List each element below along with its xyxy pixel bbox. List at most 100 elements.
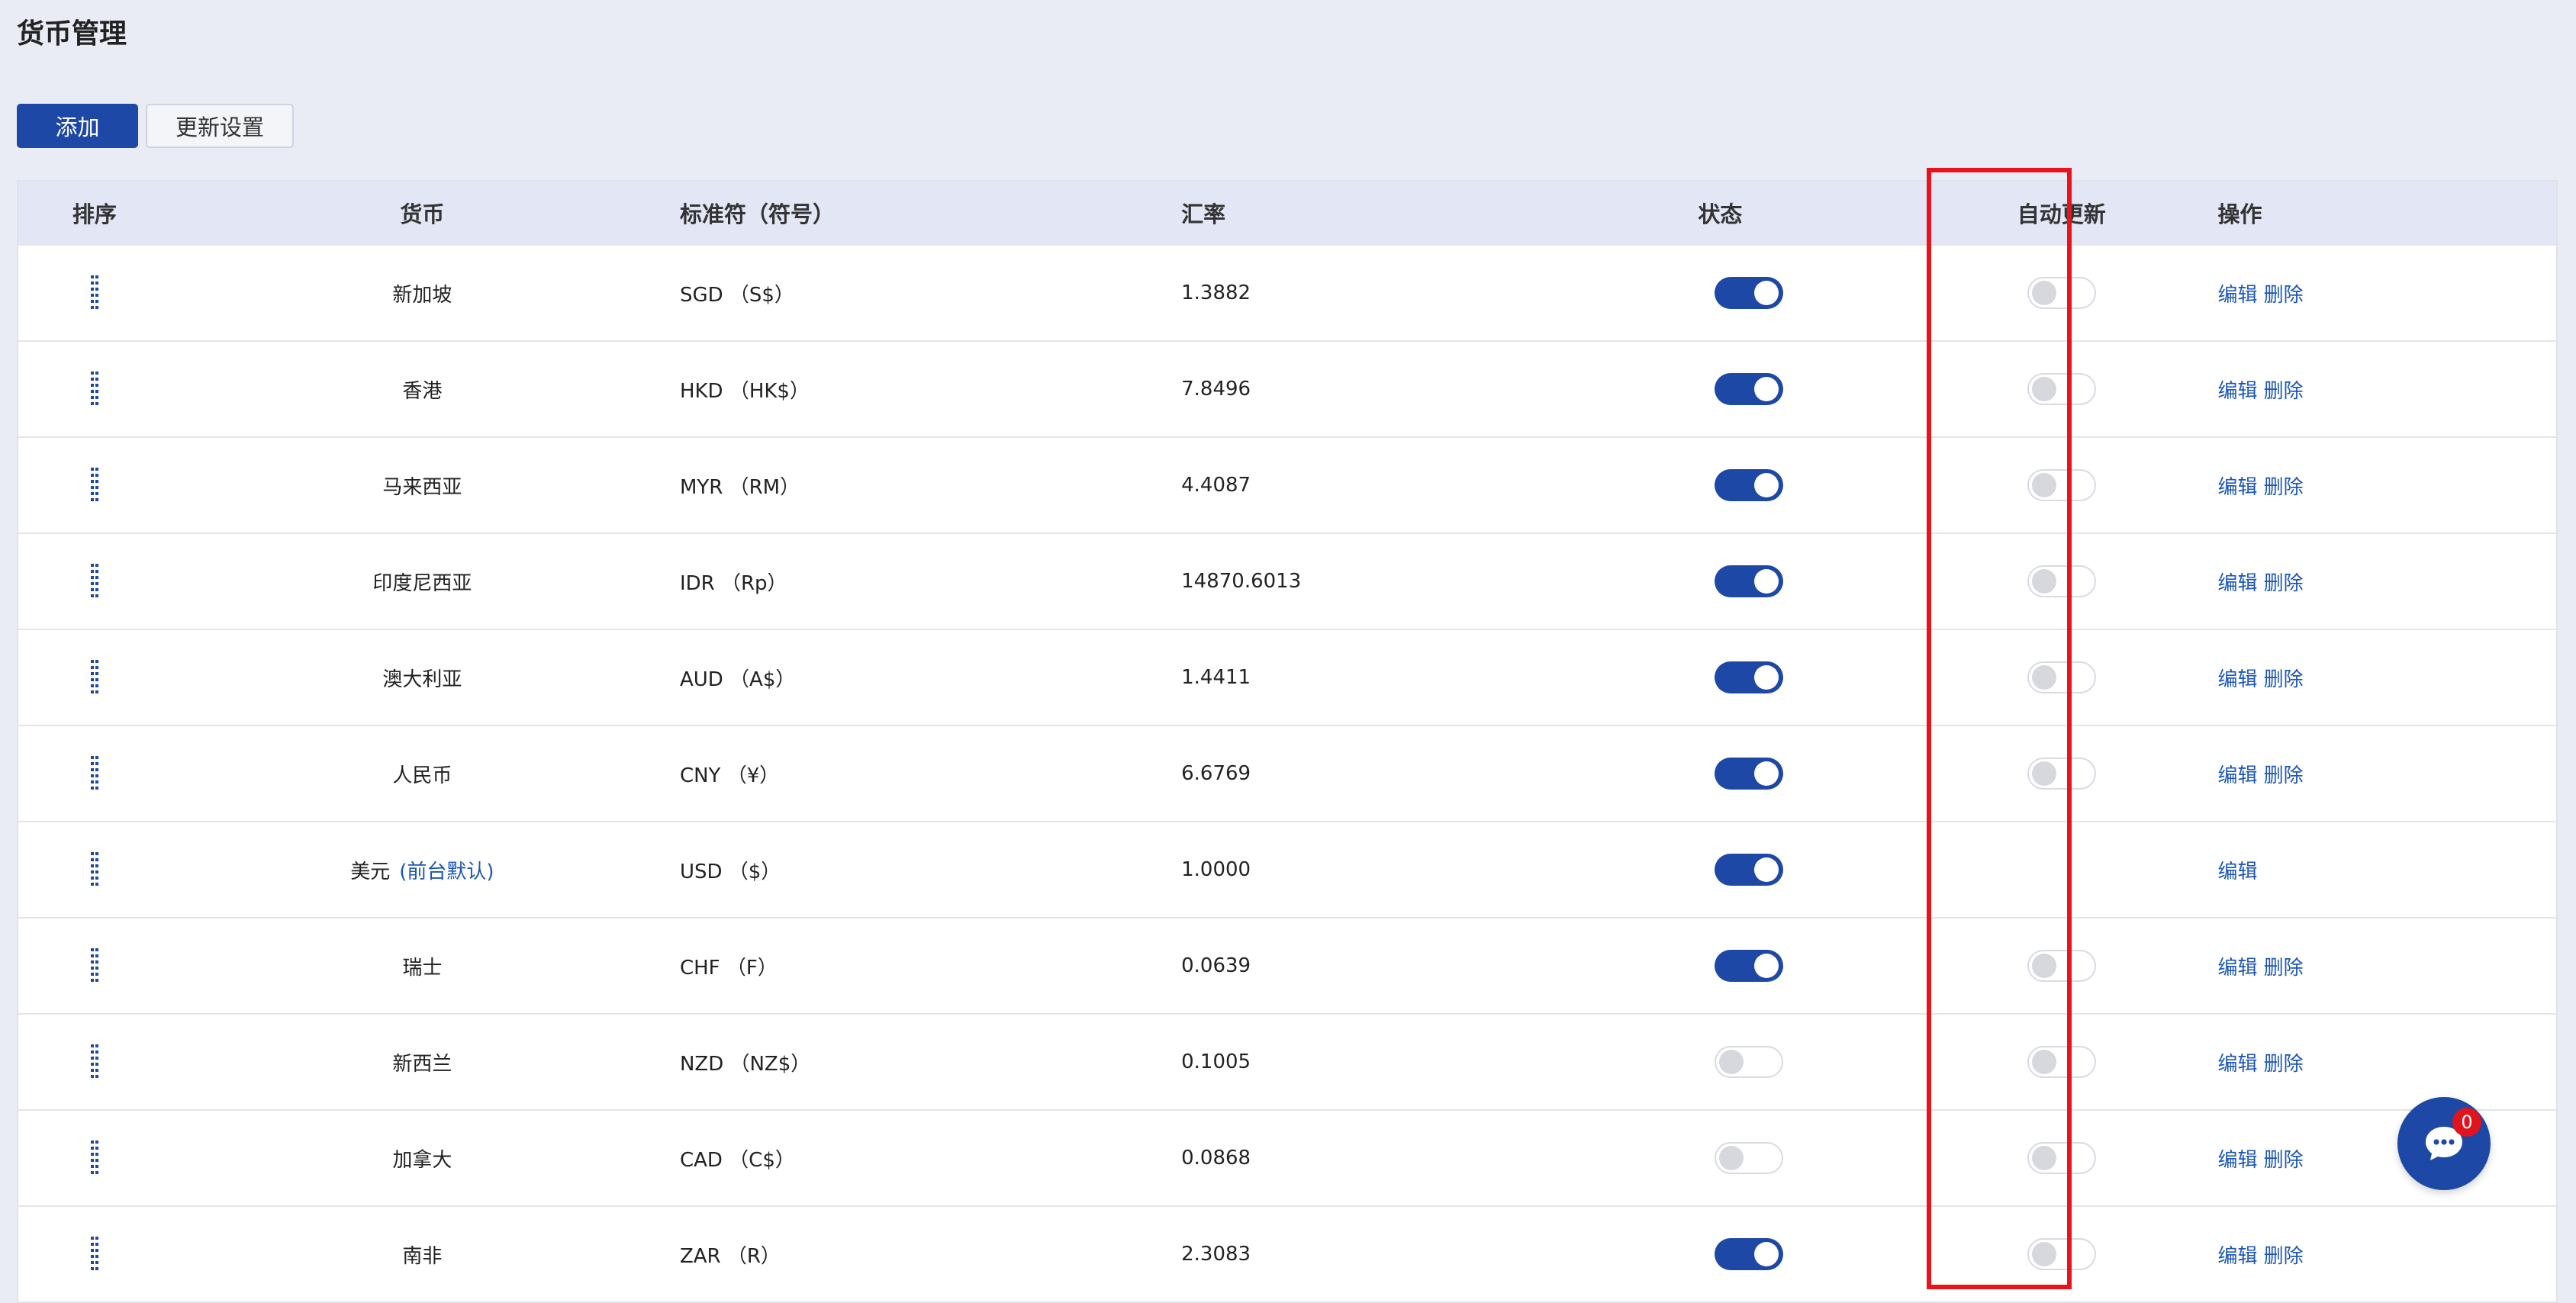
drag-handle-icon[interactable]: [90, 852, 98, 887]
table-row: 马来西亚 MYR （RM） 4.4087 编辑 删除: [18, 436, 2556, 532]
edit-link[interactable]: 编辑: [2218, 764, 2258, 787]
rate-cell: 4.4087: [1181, 474, 1251, 497]
chat-button[interactable]: 0: [2397, 1097, 2491, 1190]
symbol-cell: CNY （¥）: [679, 764, 780, 787]
status-toggle[interactable]: [1715, 661, 1784, 693]
status-toggle[interactable]: [1715, 1238, 1784, 1270]
rate-cell: 2.3083: [1181, 1243, 1251, 1266]
delete-link[interactable]: 删除: [2264, 957, 2304, 980]
toggle-knob: [2031, 665, 2056, 690]
drag-handle-icon[interactable]: [90, 756, 98, 791]
table-body: 新加坡 SGD （S$） 1.3882 编辑 删除 香港 HKD （HK$） 7.8496 编辑…: [18, 244, 2556, 1301]
delete-link[interactable]: 删除: [2264, 284, 2304, 307]
edit-link[interactable]: 编辑: [2218, 668, 2258, 691]
auto-update-cell: [1936, 1238, 2188, 1270]
auto-update-toggle[interactable]: [2027, 1238, 2096, 1270]
drag-handle-icon[interactable]: [90, 275, 98, 310]
edit-link[interactable]: 编辑: [2218, 572, 2258, 595]
delete-link[interactable]: 删除: [2264, 476, 2304, 499]
ops-cell: 编辑 删除: [2188, 568, 2556, 596]
table-row: 人民币 CNY （¥） 6.6769 编辑 删除: [18, 725, 2556, 821]
toggle-knob: [2031, 761, 2056, 786]
auto-update-toggle[interactable]: [2027, 1142, 2096, 1174]
drag-handle-icon[interactable]: [90, 1044, 98, 1079]
auto-update-toggle[interactable]: [2027, 565, 2096, 597]
auto-update-toggle[interactable]: [2027, 277, 2096, 309]
currency-cell: 新加坡: [171, 279, 674, 307]
symbol-cell: CAD （C$）: [679, 1148, 795, 1172]
edit-link[interactable]: 编辑: [2218, 380, 2258, 403]
table-row: 印度尼西亚 IDR （Rp） 14870.6013 编辑 删除: [18, 532, 2556, 629]
currency-cell: 新西兰: [171, 1048, 674, 1076]
edit-link[interactable]: 编辑: [2218, 1245, 2258, 1268]
symbol-cell: NZD （NZ$）: [679, 1052, 811, 1076]
status-toggle[interactable]: [1715, 373, 1784, 405]
edit-link[interactable]: 编辑: [2218, 1149, 2258, 1172]
currency-name: 美元: [350, 860, 391, 883]
currency-cell: 瑞士: [171, 952, 674, 980]
add-button[interactable]: 添加: [17, 104, 138, 148]
status-cell: [1684, 1142, 1936, 1174]
edit-link[interactable]: 编辑: [2218, 284, 2258, 307]
delete-link[interactable]: 删除: [2264, 572, 2304, 595]
toggle-knob: [2031, 569, 2056, 594]
status-cell: [1684, 277, 1936, 309]
toggle-knob: [1754, 857, 1779, 882]
auto-update-toggle[interactable]: [2027, 373, 2096, 405]
rate-cell: 0.0639: [1181, 954, 1251, 977]
auto-update-toggle[interactable]: [2027, 661, 2096, 693]
delete-link[interactable]: 删除: [2264, 1053, 2304, 1076]
sort-cell: [18, 948, 171, 983]
auto-update-cell: [1936, 758, 2188, 790]
rate-cell: 14870.6013: [1181, 570, 1302, 593]
drag-handle-icon[interactable]: [90, 372, 98, 407]
status-toggle[interactable]: [1715, 758, 1784, 790]
toggle-knob: [2031, 473, 2056, 497]
toggle-knob: [1754, 1242, 1779, 1266]
edit-link[interactable]: 编辑: [2218, 957, 2258, 980]
drag-handle-icon[interactable]: [90, 564, 98, 599]
status-cell: [1684, 373, 1936, 405]
edit-link[interactable]: 编辑: [2218, 861, 2258, 883]
edit-link[interactable]: 编辑: [2218, 1053, 2258, 1076]
currency-name: 澳大利亚: [382, 668, 462, 691]
status-toggle[interactable]: [1715, 565, 1784, 597]
status-toggle[interactable]: [1715, 1046, 1784, 1078]
ops-cell: 编辑 删除: [2188, 1240, 2556, 1269]
drag-handle-icon[interactable]: [90, 468, 98, 503]
currency-name: 南非: [402, 1244, 443, 1268]
currency-cell: 美元 (前台默认): [171, 856, 674, 884]
delete-link[interactable]: 删除: [2264, 380, 2304, 403]
status-toggle[interactable]: [1715, 854, 1784, 886]
drag-handle-icon[interactable]: [90, 660, 98, 695]
auto-update-toggle[interactable]: [2027, 1046, 2096, 1078]
auto-update-cell: [1936, 1046, 2188, 1078]
auto-update-cell: [1936, 661, 2188, 693]
currency-name: 印度尼西亚: [372, 571, 472, 595]
update-settings-button[interactable]: 更新设置: [146, 104, 294, 148]
status-toggle[interactable]: [1715, 1142, 1784, 1174]
delete-link[interactable]: 删除: [2264, 764, 2304, 787]
status-cell: [1684, 854, 1936, 886]
status-cell: [1684, 1238, 1936, 1270]
toolbar: 添加 更新设置: [17, 104, 294, 150]
drag-handle-icon[interactable]: [90, 1141, 98, 1176]
status-toggle[interactable]: [1715, 469, 1784, 501]
delete-link[interactable]: 删除: [2264, 1245, 2304, 1268]
delete-link[interactable]: 删除: [2264, 668, 2304, 691]
auto-update-toggle[interactable]: [2027, 469, 2096, 501]
toggle-knob: [1754, 954, 1779, 978]
auto-update-toggle[interactable]: [2027, 758, 2096, 790]
drag-handle-icon[interactable]: [90, 948, 98, 983]
drag-handle-icon[interactable]: [90, 1237, 98, 1272]
delete-link[interactable]: 删除: [2264, 1149, 2304, 1172]
header-ops: 操作: [2217, 201, 2262, 227]
rate-cell: 1.3882: [1181, 282, 1251, 304]
rate-cell: 0.1005: [1181, 1050, 1251, 1073]
currency-name: 加拿大: [392, 1148, 452, 1172]
status-toggle[interactable]: [1715, 277, 1784, 309]
edit-link[interactable]: 编辑: [2218, 476, 2258, 499]
status-toggle[interactable]: [1715, 950, 1784, 982]
currency-cell: 马来西亚: [171, 471, 674, 500]
auto-update-toggle[interactable]: [2027, 950, 2096, 982]
